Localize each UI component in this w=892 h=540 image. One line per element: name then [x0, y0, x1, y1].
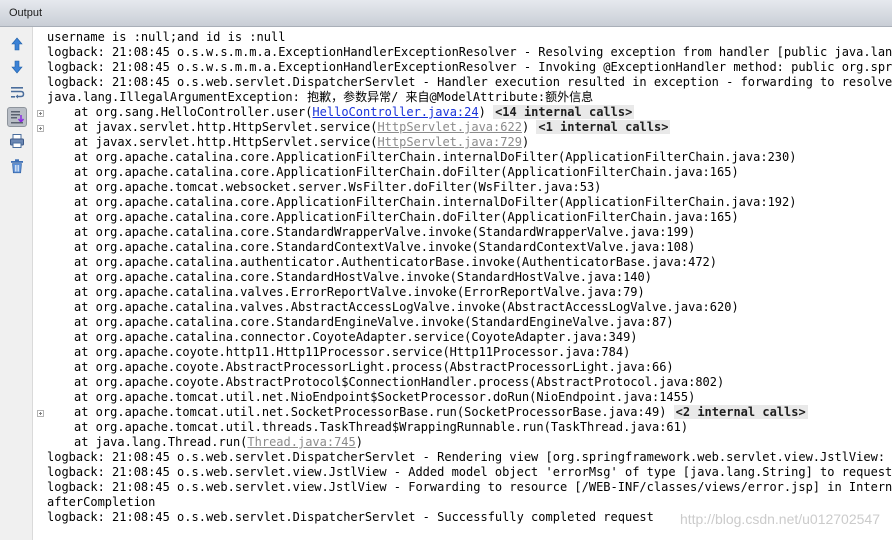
- line-text: at org.apache.tomcat.util.threads.TaskTh…: [74, 420, 689, 434]
- line-text: logback: 21:08:45 o.s.web.servlet.view.J…: [47, 465, 892, 479]
- stack-frame-line: at org.apache.catalina.core.ApplicationF…: [47, 195, 892, 210]
- folded-calls-label[interactable]: <14 internal calls>: [493, 105, 635, 119]
- line-text: at org.apache.coyote.AbstractProcessorLi…: [74, 360, 674, 374]
- stack-frame-line: at org.apache.catalina.core.StandardWrap…: [47, 225, 892, 240]
- console-output[interactable]: username is :null;and id is :null logback…: [47, 30, 892, 540]
- stack-frame-line: at javax.servlet.http.HttpServlet.servic…: [47, 135, 892, 150]
- fold-expand-icon[interactable]: [37, 410, 44, 417]
- line-text: at org.apache.catalina.valves.AbstractAc…: [74, 300, 739, 314]
- line-text: afterCompletion: [47, 495, 156, 509]
- folded-calls-label[interactable]: <2 internal calls>: [673, 405, 808, 419]
- stack-frame-line: at org.apache.catalina.core.ApplicationF…: [47, 165, 892, 180]
- log-line: logback: 21:08:45 o.s.web.servlet.Dispat…: [47, 450, 892, 465]
- stack-frame-line: at org.apache.catalina.connector.CoyoteA…: [47, 330, 892, 345]
- line-text: logback: 21:08:45 o.s.w.s.m.m.a.Exceptio…: [47, 60, 892, 74]
- line-text: at org.apache.tomcat.util.net.NioEndpoin…: [74, 390, 696, 404]
- line-text: at org.apache.catalina.core.ApplicationF…: [74, 210, 739, 224]
- line-text: at org.apache.catalina.valves.ErrorRepor…: [74, 285, 645, 299]
- stack-frame-line: at javax.servlet.http.HttpServlet.servic…: [47, 120, 892, 135]
- stack-frame-line: at org.apache.tomcat.util.net.SocketProc…: [47, 405, 892, 420]
- line-text: at org.apache.tomcat.websocket.server.Ws…: [74, 180, 602, 194]
- line-text: at org.apache.catalina.connector.CoyoteA…: [74, 330, 638, 344]
- line-text: at org.apache.catalina.core.StandardHost…: [74, 270, 652, 284]
- line-text: username is :null;and id is :null: [47, 30, 286, 44]
- trash-icon[interactable]: [9, 158, 25, 174]
- source-link[interactable]: HttpServlet.java:622: [377, 120, 522, 134]
- line-text: at org.apache.catalina.core.ApplicationF…: [74, 165, 739, 179]
- scroll-to-end-icon[interactable]: [7, 107, 27, 127]
- log-line: username is :null;and id is :null: [47, 30, 892, 45]
- source-link[interactable]: HttpServlet.java:729: [377, 135, 522, 149]
- line-text-suffix: ): [521, 120, 530, 134]
- line-text: at org.apache.catalina.authenticator.Aut…: [74, 255, 717, 269]
- output-panel-header: Output: [0, 0, 892, 27]
- line-text: at org.sang.HelloController.user(: [74, 105, 313, 119]
- stack-frame-line: at org.apache.coyote.AbstractProcessorLi…: [47, 360, 892, 375]
- stack-frame-line: at org.apache.coyote.AbstractProtocol$Co…: [47, 375, 892, 390]
- line-text: logback: 21:08:45 o.s.web.servlet.Dispat…: [47, 75, 892, 89]
- fold-gutter: [34, 27, 46, 540]
- line-text-suffix: ): [355, 435, 363, 449]
- line-text: at javax.servlet.http.HttpServlet.servic…: [74, 135, 378, 149]
- panel-title: Output: [9, 7, 43, 19]
- line-text: java.lang.IllegalArgumentException: 抱歉，参…: [47, 90, 594, 104]
- log-line: logback: 21:08:45 o.s.web.servlet.view.J…: [47, 465, 892, 480]
- line-text: at org.apache.coyote.AbstractProtocol$Co…: [74, 375, 725, 389]
- stack-frame-line: at org.sang.HelloController.user(HelloCo…: [47, 105, 892, 120]
- folded-calls-label[interactable]: <1 internal calls>: [536, 120, 671, 134]
- stack-frame-line: at org.apache.catalina.valves.ErrorRepor…: [47, 285, 892, 300]
- stack-frame-line: at org.apache.catalina.authenticator.Aut…: [47, 255, 892, 270]
- log-line: java.lang.IllegalArgumentException: 抱歉，参…: [47, 90, 892, 105]
- source-link[interactable]: HelloController.java:24: [312, 105, 478, 119]
- watermark: http://blog.csdn.net/u012702547: [679, 511, 880, 527]
- stack-frame-line: at org.apache.catalina.core.StandardHost…: [47, 270, 892, 285]
- source-link[interactable]: Thread.java:745: [247, 435, 355, 449]
- stack-frame-line: at org.apache.catalina.core.ApplicationF…: [47, 210, 892, 225]
- line-text: at org.apache.catalina.core.StandardCont…: [74, 240, 696, 254]
- stack-frame-line: at org.apache.catalina.core.StandardCont…: [47, 240, 892, 255]
- line-text: at org.apache.catalina.core.ApplicationF…: [74, 150, 797, 164]
- log-line: afterCompletion: [47, 495, 892, 510]
- log-line: logback: 21:08:45 o.s.w.s.m.m.a.Exceptio…: [47, 45, 892, 60]
- line-text-suffix: ): [521, 135, 530, 149]
- fold-expand-icon[interactable]: [37, 125, 44, 132]
- log-line: logback: 21:08:45 o.s.web.servlet.view.J…: [47, 480, 892, 495]
- line-text: at java.lang.Thread.run(: [74, 435, 248, 449]
- stack-frame-line: at java.lang.Thread.run(Thread.java:745): [47, 435, 892, 450]
- line-text: at org.apache.tomcat.util.net.SocketProc…: [74, 405, 667, 419]
- stack-frame-line: at org.apache.tomcat.util.threads.TaskTh…: [47, 420, 892, 435]
- line-text: logback: 21:08:45 o.s.w.s.m.m.a.Exceptio…: [47, 45, 892, 59]
- line-text: logback: 21:08:45 o.s.web.servlet.Dispat…: [47, 450, 892, 464]
- line-text-suffix: ): [478, 105, 486, 119]
- fold-expand-icon[interactable]: [37, 110, 44, 117]
- line-text: logback: 21:08:45 o.s.web.servlet.view.J…: [47, 480, 892, 494]
- log-line: logback: 21:08:45 o.s.web.servlet.Dispat…: [47, 75, 892, 90]
- line-text: at javax.servlet.http.HttpServlet.servic…: [74, 120, 378, 134]
- stack-frame-line: at org.apache.catalina.core.ApplicationF…: [47, 150, 892, 165]
- print-icon[interactable]: [9, 133, 25, 149]
- output-toolbar: [0, 27, 33, 540]
- line-text: at org.apache.catalina.core.StandardEngi…: [74, 315, 674, 329]
- stack-frame-line: at org.apache.coyote.http11.Http11Proces…: [47, 345, 892, 360]
- stack-frame-line: at org.apache.tomcat.util.net.NioEndpoin…: [47, 390, 892, 405]
- stack-frame-line: at org.apache.catalina.core.StandardEngi…: [47, 315, 892, 330]
- log-line: logback: 21:08:45 o.s.w.s.m.m.a.Exceptio…: [47, 60, 892, 75]
- stack-frame-line: at org.apache.tomcat.websocket.server.Ws…: [47, 180, 892, 195]
- stack-frame-line: at org.apache.catalina.valves.AbstractAc…: [47, 300, 892, 315]
- line-text: at org.apache.catalina.core.ApplicationF…: [74, 195, 797, 209]
- line-text: at org.apache.catalina.core.StandardWrap…: [74, 225, 696, 239]
- soft-wrap-icon[interactable]: [9, 84, 25, 100]
- line-text: logback: 21:08:45 o.s.web.servlet.Dispat…: [47, 510, 654, 524]
- line-text: at org.apache.coyote.http11.Http11Proces…: [74, 345, 631, 359]
- arrow-down-icon[interactable]: [9, 59, 25, 75]
- arrow-up-icon[interactable]: [9, 36, 25, 52]
